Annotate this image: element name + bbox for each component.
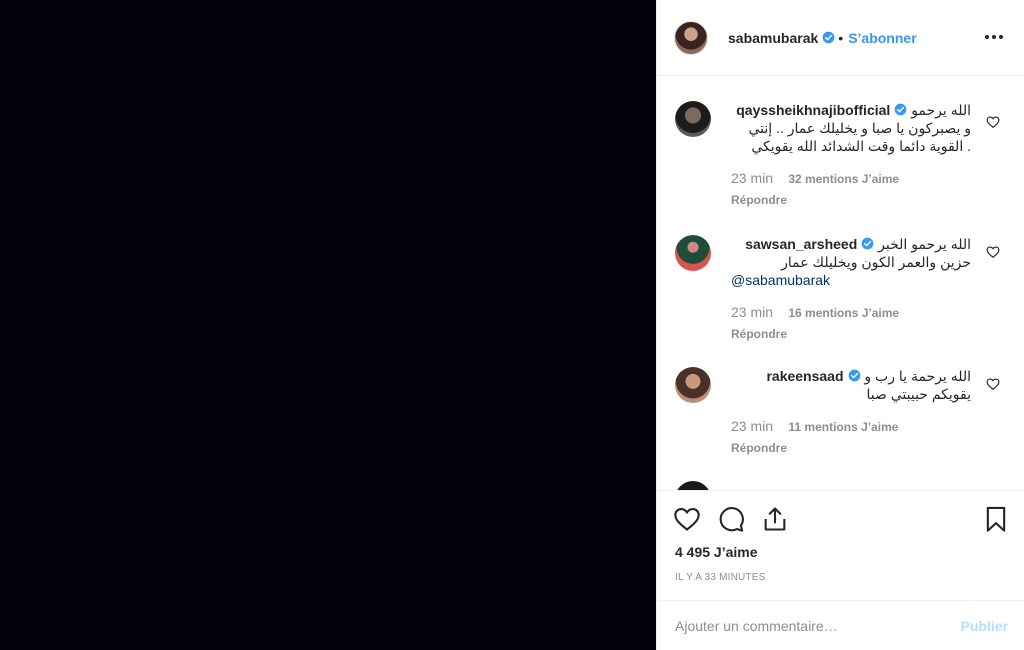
- comment-meta: 23 min 32 mentions J’aime: [731, 169, 971, 188]
- comments-list[interactable]: qayssheikhnajibofficial الله يرحمو و يصب…: [657, 77, 1024, 490]
- post-media-image[interactable]: [0, 0, 656, 650]
- comment-username[interactable]: rakeensaad: [766, 368, 843, 384]
- publish-button[interactable]: Publier: [961, 618, 1008, 634]
- comment-meta: 23 min 16 mentions J’aime: [731, 303, 971, 322]
- comment-likes[interactable]: 32 mentions J’aime: [788, 172, 899, 186]
- commenter-avatar[interactable]: [675, 367, 711, 403]
- share-icon[interactable]: [761, 505, 789, 533]
- comment-likes[interactable]: 11 mentions J’aime: [788, 420, 898, 434]
- verified-badge-icon: [848, 369, 860, 382]
- comment-body: sawsan_arsheed الله يرحمو الخبر حزين وال…: [731, 235, 971, 343]
- bookmark-icon[interactable]: [982, 505, 1010, 533]
- comment-username[interactable]: sawsan_arsheed: [745, 236, 857, 252]
- commenter-avatar[interactable]: [675, 481, 711, 490]
- verified-badge-icon: [861, 237, 874, 250]
- more-horizontal-icon[interactable]: [984, 28, 1004, 46]
- commenter-avatar[interactable]: [675, 101, 711, 137]
- comment-likes[interactable]: 16 mentions J’aime: [788, 306, 899, 320]
- reply-button[interactable]: Répondre: [731, 325, 971, 343]
- separator-dot: •: [838, 29, 844, 46]
- post-actions-bar: [657, 490, 1024, 545]
- comment-time[interactable]: 23 min: [731, 418, 773, 434]
- verified-badge-icon: [822, 31, 835, 44]
- add-comment-bar: Publier: [657, 600, 1024, 650]
- comment-time[interactable]: 23 min: [731, 170, 773, 186]
- post-header: sabamubarak • S’abonner: [657, 0, 1024, 76]
- comment-username[interactable]: qayssheikhnajibofficial: [736, 102, 890, 118]
- author-avatar[interactable]: [674, 20, 708, 55]
- reply-button[interactable]: Répondre: [731, 439, 971, 457]
- comment-text: الله يرحمة يا رب و يقويكم حبيبتي صبا: [864, 368, 971, 402]
- comment-mention-link[interactable]: @sabamubarak: [731, 271, 971, 289]
- heart-icon[interactable]: [673, 505, 701, 533]
- post-likes-count[interactable]: 4 495 J’aime: [675, 544, 758, 560]
- comment-heart-icon[interactable]: [986, 245, 1000, 259]
- instagram-post-view: sabamubarak • S’abonner qayssheikhnajibo…: [0, 0, 1024, 650]
- follow-button[interactable]: S’abonner: [848, 30, 916, 46]
- comment-body: rakeensaad الله يرحمة يا رب و يقويكم حبي…: [731, 367, 971, 457]
- verified-badge-icon: [894, 103, 907, 116]
- comment-time[interactable]: 23 min: [731, 304, 773, 320]
- comment-icon[interactable]: [717, 505, 745, 533]
- comment-body: qayssheikhnajibofficial الله يرحمو و يصب…: [731, 101, 971, 209]
- comment-meta: 23 min 11 mentions J’aime: [731, 417, 971, 436]
- author-username[interactable]: sabamubarak: [728, 30, 818, 46]
- comment-text-wrapper: rakeensaad الله يرحمة يا رب و يقويكم حبي…: [731, 367, 971, 403]
- comment-heart-icon[interactable]: [986, 115, 1000, 129]
- commenter-avatar[interactable]: [675, 235, 711, 271]
- comment-text-wrapper: sawsan_arsheed الله يرحمو الخبر حزين وال…: [731, 235, 971, 271]
- post-side-panel: sabamubarak • S’abonner qayssheikhnajibo…: [656, 0, 1024, 650]
- reply-button[interactable]: Répondre: [731, 191, 971, 209]
- comment-input[interactable]: [675, 617, 961, 634]
- comment-heart-icon[interactable]: [986, 377, 1000, 391]
- comment-text-wrapper: qayssheikhnajibofficial الله يرحمو و يصب…: [731, 101, 971, 155]
- post-timestamp[interactable]: IL Y A 33 MINUTES: [675, 572, 765, 583]
